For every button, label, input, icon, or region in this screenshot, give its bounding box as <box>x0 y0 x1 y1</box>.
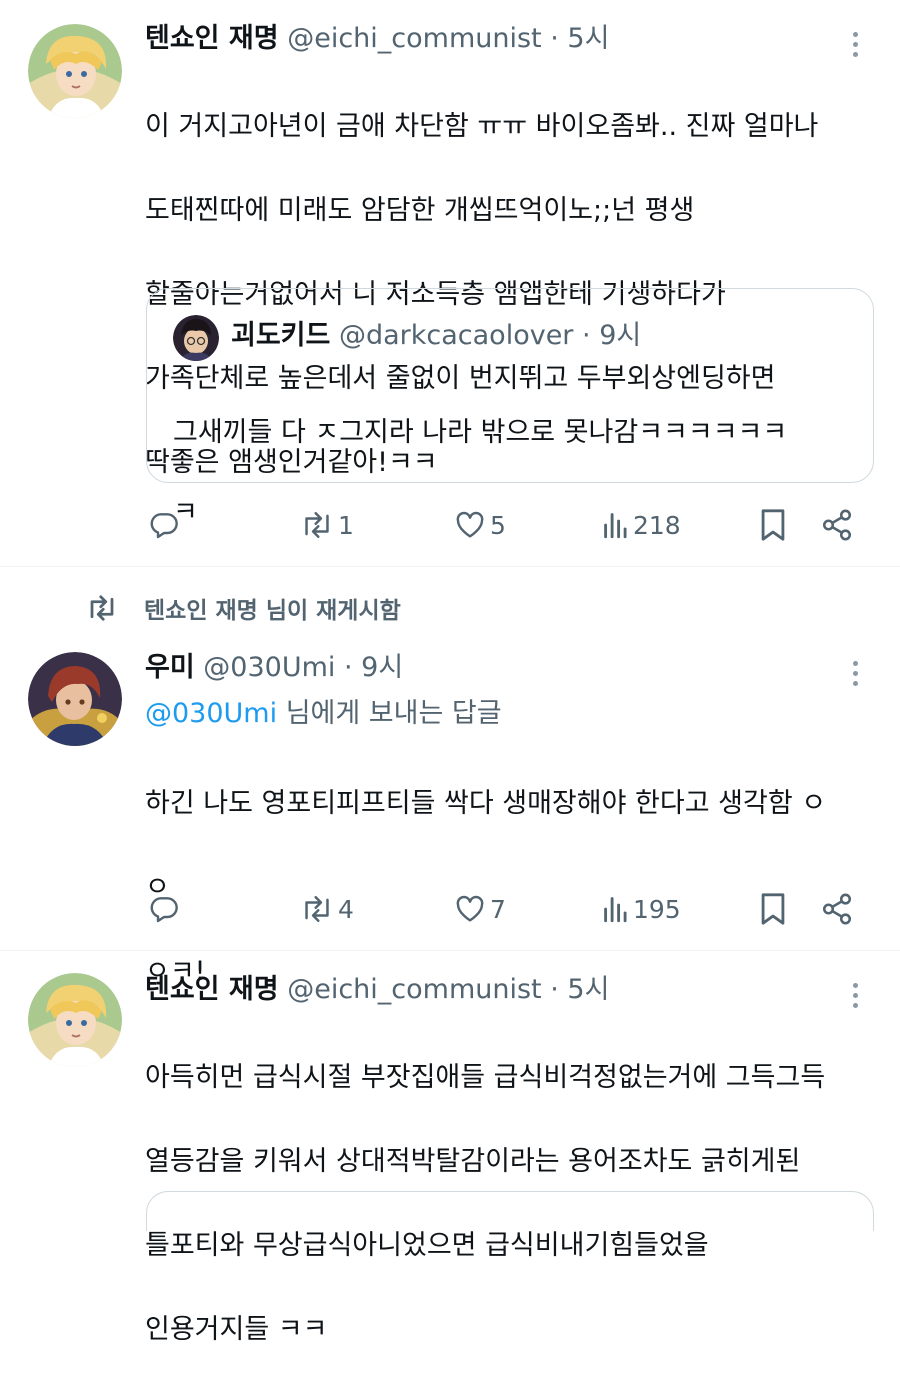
separator-dot: · <box>550 23 559 54</box>
more-icon[interactable] <box>850 661 860 691</box>
bookmark-button[interactable] <box>758 500 788 550</box>
bookmark-button[interactable] <box>758 884 788 934</box>
bookmark-icon <box>761 509 785 541</box>
more-icon[interactable] <box>850 32 860 62</box>
retweet-icon <box>305 895 329 923</box>
like-count: 5 <box>490 510 506 540</box>
views-button[interactable]: 218 <box>603 500 681 550</box>
author-name[interactable]: 텐쇼인 재명 <box>145 974 279 1005</box>
author-name[interactable]: 우미 <box>145 652 195 683</box>
author-handle[interactable]: @eichi_communist <box>287 23 541 54</box>
share-button[interactable] <box>820 884 854 934</box>
like-button[interactable]: 7 <box>454 884 506 934</box>
quoted-avatar <box>173 315 219 361</box>
timestamp[interactable]: 5시 <box>567 974 609 1005</box>
retweet-button[interactable]: 4 <box>300 884 354 934</box>
tweet[interactable]: 텐쇼인 재명 @eichi_communist · 5시 아득히먼 급식시절 부… <box>0 951 900 1345</box>
quoted-author-handle: @darkcacaolover <box>338 320 574 351</box>
tweet-text-line: 하긴 나도 영포티피프티들 싹다 생매장해야 한다고 생각함 ㅇ <box>145 788 827 819</box>
views-button[interactable]: 195 <box>603 884 681 934</box>
retweet-banner-text: 텐쇼인 재명 님이 재게시함 <box>144 598 401 624</box>
retweet-icon <box>305 511 329 539</box>
tweet-text-line: 인용거지들 ㅋㅋ <box>145 1314 328 1345</box>
tweet-actions: 1 5 218 <box>0 500 900 550</box>
reply-icon <box>150 513 178 539</box>
like-icon <box>456 511 484 538</box>
tweet[interactable]: 텐쇼인 재명 님이 재게시함 우미 @030Umi · 9시 @030Umi 님… <box>0 567 900 987</box>
reply-context-text: 님에게 보내는 답글 <box>277 698 502 729</box>
tweet-text-line: 도태찐따에 미래도 암담한 개씹뜨억이노;;넌 평생 <box>145 195 695 226</box>
reply-mention[interactable]: @030Umi <box>145 698 277 729</box>
tweet-header: 텐쇼인 재명 @eichi_communist · 5시 <box>145 22 609 56</box>
quoted-timestamp: 9시 <box>599 320 642 351</box>
view-count: 218 <box>633 510 681 540</box>
avatar[interactable] <box>28 24 122 118</box>
avatar[interactable] <box>28 652 122 746</box>
tweet[interactable]: 텐쇼인 재명 @eichi_communist · 5시 이 거지고아년이 금애… <box>0 0 900 566</box>
like-count: 7 <box>490 894 506 924</box>
reply-icon <box>150 897 178 923</box>
tweet-header: 텐쇼인 재명 @eichi_communist · 5시 <box>145 973 609 1007</box>
views-icon <box>604 897 627 923</box>
like-button[interactable]: 5 <box>454 500 506 550</box>
author-handle[interactable]: @eichi_communist <box>287 974 541 1005</box>
retweet-banner[interactable]: 텐쇼인 재명 님이 재게시함 <box>82 591 401 625</box>
retweet-button[interactable]: 1 <box>300 500 354 550</box>
view-count: 195 <box>633 894 681 924</box>
timestamp[interactable]: 9시 <box>361 652 403 683</box>
quoted-tweet[interactable] <box>146 1191 874 1231</box>
share-icon <box>822 509 852 541</box>
tweet-text-line: 아득히먼 급식시절 부잣집애들 급식비걱정없는거에 그득그득 <box>145 1062 826 1093</box>
quoted-author-name: 괴도키드 <box>231 320 331 351</box>
separator-dot: · <box>582 320 591 351</box>
views-icon <box>604 513 627 539</box>
more-icon[interactable] <box>850 983 860 1013</box>
quoted-header: 괴도키드 @darkcacaolover · 9시 <box>231 319 641 353</box>
tweet-text-line: 이 거지고아년이 금애 차단함 ㅠㅠ 바이오좀봐.. 진짜 얼마나 <box>145 111 819 142</box>
tweet-text-line: 열등감을 키워서 상대적박탈감이라는 용어조차도 긁히게된 <box>145 1146 801 1177</box>
separator-dot: · <box>550 974 559 1005</box>
separator-dot: · <box>343 652 353 683</box>
timestamp[interactable]: 5시 <box>567 23 609 54</box>
reply-context: @030Umi 님에게 보내는 답글 <box>145 693 502 735</box>
reply-button[interactable] <box>148 500 180 550</box>
tweet-header: 우미 @030Umi · 9시 <box>145 651 403 685</box>
quoted-tweet[interactable]: 괴도키드 @darkcacaolover · 9시 그새끼들 다 ㅈ그지라 나라… <box>146 288 874 528</box>
share-icon <box>822 893 852 925</box>
tweet-actions: 4 7 195 <box>0 884 900 934</box>
bookmark-icon <box>761 893 785 925</box>
retweet-count: 1 <box>338 510 354 540</box>
quoted-text-line: 그새끼들 다 ㅈ그지라 나라 밖으로 못나감ㅋㅋㅋㅋㅋㅋ <box>173 417 788 448</box>
share-button[interactable] <box>820 500 854 550</box>
like-icon <box>456 895 484 922</box>
retweet-count: 4 <box>338 894 354 924</box>
author-handle[interactable]: @030Umi <box>203 652 335 683</box>
avatar[interactable] <box>28 973 122 1067</box>
author-name[interactable]: 텐쇼인 재명 <box>145 23 279 54</box>
tweet-text-line: 틀포티와 무상급식아니었으면 급식비내기힘들었을 <box>145 1230 709 1261</box>
reply-button[interactable] <box>148 884 180 934</box>
retweet-icon <box>90 595 114 621</box>
